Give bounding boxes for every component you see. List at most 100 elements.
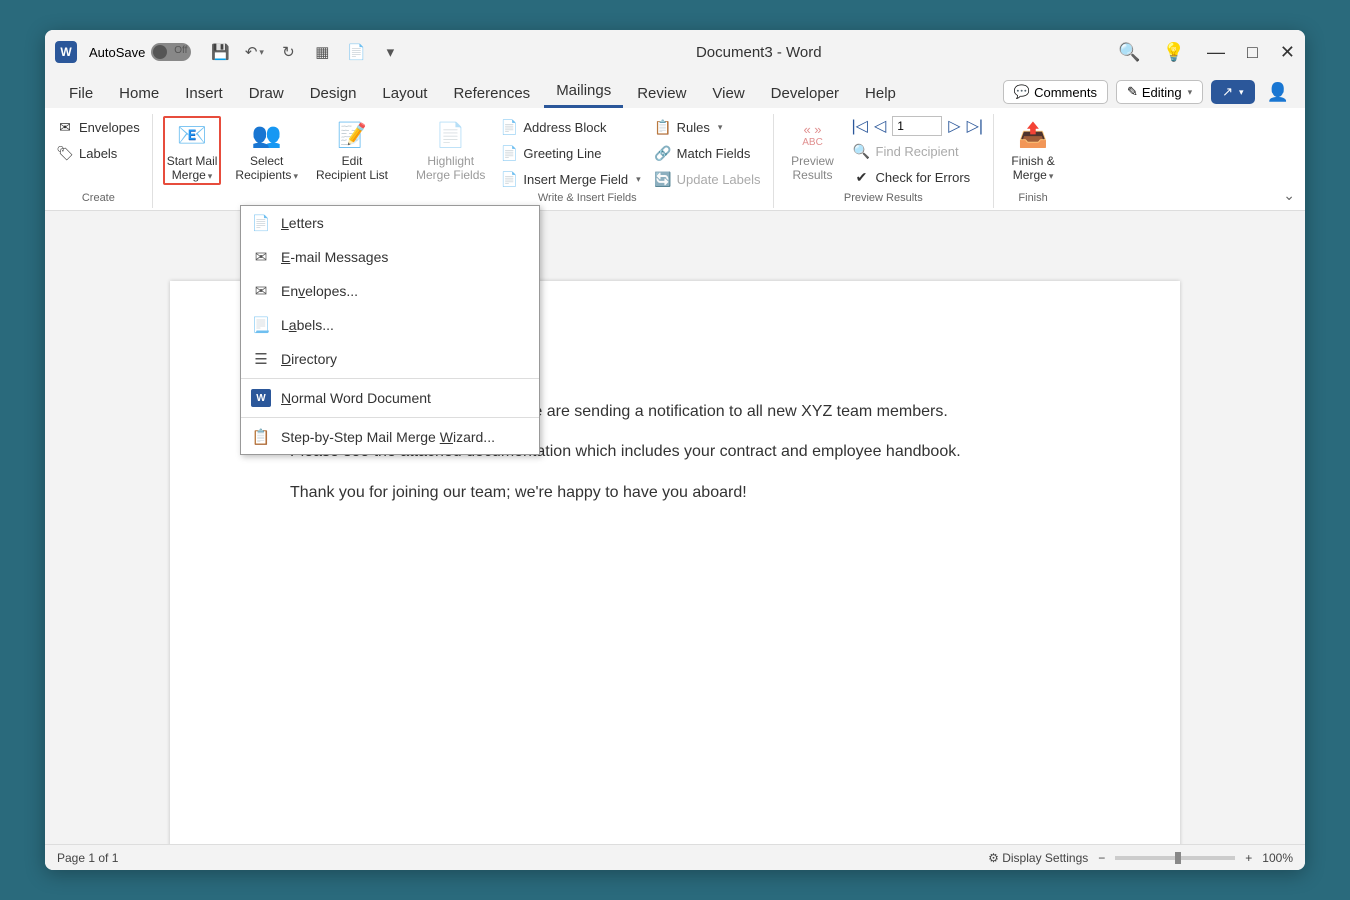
editing-mode-button[interactable]: ✎ Editing ▾	[1116, 80, 1203, 104]
separator	[241, 378, 539, 379]
highlight-merge-fields-button[interactable]: 📄 Highlight Merge Fields	[412, 116, 489, 185]
autosave-label: AutoSave	[89, 45, 145, 60]
word-doc-icon: W	[251, 389, 271, 407]
dd-envelopes[interactable]: ✉Envelopes...	[241, 274, 539, 308]
first-record-icon[interactable]: |◁	[852, 116, 868, 136]
tab-review[interactable]: Review	[625, 79, 698, 108]
page-indicator[interactable]: Page 1 of 1	[57, 851, 118, 865]
start-mail-merge-button[interactable]: 📧 Start Mail Merge▾	[163, 116, 222, 185]
merge-field-icon: 📄	[501, 171, 517, 187]
start-mail-merge-dropdown: 📄Letters ✉E-mail Messages ✉Envelopes... …	[240, 205, 540, 455]
ribbon: ✉Envelopes 🏷Labels Create 📧 Start Mail M…	[45, 108, 1305, 211]
preview-results-button[interactable]: « »ABC Preview Results	[784, 116, 842, 185]
redo-icon[interactable]: ↻	[279, 43, 297, 61]
finish-merge-button[interactable]: 📤 Finish & Merge▾	[1004, 116, 1062, 185]
directory-icon: ☰	[251, 350, 271, 368]
paragraph[interactable]: Thank you for joining our team; we're ha…	[290, 482, 1060, 504]
highlight-icon: 📄	[434, 118, 468, 152]
statusbar: Page 1 of 1 ⚙ Display Settings − + 100%	[45, 844, 1305, 870]
record-number-input[interactable]	[892, 116, 942, 136]
dd-wizard[interactable]: 📋Step-by-Step Mail Merge Wizard...	[241, 420, 539, 454]
check-errors-button[interactable]: ✔Check for Errors	[852, 166, 984, 188]
letter-icon: 📄	[251, 214, 271, 232]
update-labels-button[interactable]: 🔄Update Labels	[653, 168, 763, 190]
next-record-icon[interactable]: ▷	[948, 116, 960, 136]
tab-view[interactable]: View	[700, 79, 756, 108]
envelopes-button[interactable]: ✉Envelopes	[55, 116, 142, 138]
share-button[interactable]: ↗▾	[1211, 80, 1254, 104]
tabs-right: 💬 Comments ✎ Editing ▾ ↗▾ 👤	[1003, 80, 1293, 108]
edit-recipient-list-button[interactable]: 📝 Edit Recipient List	[312, 116, 392, 185]
group-finish: 📤 Finish & Merge▾ Finish	[994, 114, 1072, 208]
help-lightbulb-icon[interactable]: 💡	[1163, 42, 1185, 63]
close-button[interactable]: ✕	[1280, 42, 1295, 63]
address-icon: 📄	[501, 119, 517, 135]
dd-labels[interactable]: 📃Labels...	[241, 308, 539, 342]
autosave-toggle[interactable]: AutoSave Off	[89, 43, 191, 61]
envelope-icon: ✉	[251, 282, 271, 300]
collapse-ribbon-icon[interactable]: ⌄	[1283, 187, 1295, 204]
dd-normal-doc[interactable]: WNormal Word Document	[241, 381, 539, 415]
dd-email[interactable]: ✉E-mail Messages	[241, 240, 539, 274]
dd-letters[interactable]: 📄Letters	[241, 206, 539, 240]
word-app-icon: W	[55, 41, 77, 63]
address-block-button[interactable]: 📄Address Block	[499, 116, 642, 138]
tab-design[interactable]: Design	[298, 79, 369, 108]
last-record-icon[interactable]: ▷|	[967, 116, 983, 136]
tab-file[interactable]: File	[57, 79, 105, 108]
dd-directory[interactable]: ☰Directory	[241, 342, 539, 376]
page-width-icon[interactable]: ▦	[313, 43, 331, 61]
preview-icon: « »ABC	[796, 118, 830, 152]
search-icon[interactable]: 🔍	[1118, 42, 1140, 63]
group-label: Finish	[1004, 190, 1062, 208]
wizard-icon: 📋	[251, 428, 271, 446]
mail-merge-icon: 📧	[175, 118, 209, 152]
tab-help[interactable]: Help	[853, 79, 908, 108]
match-fields-button[interactable]: 🔗Match Fields	[653, 142, 763, 164]
zoom-slider[interactable]	[1115, 856, 1235, 860]
tab-insert[interactable]: Insert	[173, 79, 235, 108]
tab-layout[interactable]: Layout	[370, 79, 439, 108]
select-recipients-button[interactable]: 👥 Select Recipients▾	[231, 116, 302, 185]
labels-button[interactable]: 🏷Labels	[55, 142, 142, 164]
label-icon: 📃	[251, 316, 271, 334]
customize-qat-icon[interactable]: ▾	[381, 43, 399, 61]
record-navigation: |◁ ◁ ▷ ▷|	[852, 116, 984, 136]
zoom-out-button[interactable]: −	[1098, 851, 1105, 865]
app-window: W AutoSave Off 💾 ↶▾ ↻ ▦ 📄 ▾ Document3 - …	[45, 30, 1305, 870]
rules-icon: 📋	[655, 119, 671, 135]
check-icon: ✔	[854, 169, 870, 185]
display-settings-button[interactable]: ⚙ Display Settings	[988, 851, 1088, 865]
group-preview: « »ABC Preview Results |◁ ◁ ▷ ▷| 🔍Find R…	[774, 114, 995, 208]
document-canvas[interactable]: This is the content for our letter. We a…	[45, 211, 1305, 844]
account-icon[interactable]: 👤	[1263, 82, 1293, 103]
tab-home[interactable]: Home	[107, 79, 171, 108]
zoom-in-button[interactable]: +	[1245, 851, 1252, 865]
tab-references[interactable]: References	[441, 79, 542, 108]
insert-merge-field-button[interactable]: 📄Insert Merge Field ▾	[499, 168, 642, 190]
finish-icon: 📤	[1016, 118, 1050, 152]
maximize-button[interactable]: □	[1247, 42, 1258, 63]
recipients-icon: 👥	[250, 118, 284, 152]
minimize-button[interactable]: —	[1207, 42, 1225, 63]
find-recipient-button[interactable]: 🔍Find Recipient	[852, 140, 984, 162]
comments-button[interactable]: 💬 Comments	[1003, 80, 1108, 104]
match-icon: 🔗	[655, 145, 671, 161]
tab-developer[interactable]: Developer	[759, 79, 851, 108]
save-icon[interactable]: 💾	[211, 43, 229, 61]
titlebar-controls: 🔍 💡 — □ ✕	[1118, 42, 1295, 63]
rules-button[interactable]: 📋Rules▾	[653, 116, 763, 138]
ribbon-tabs: File Home Insert Draw Design Layout Refe…	[45, 74, 1305, 108]
titlebar: W AutoSave Off 💾 ↶▾ ↻ ▦ 📄 ▾ Document3 - …	[45, 30, 1305, 74]
zoom-level[interactable]: 100%	[1262, 851, 1293, 865]
undo-icon[interactable]: ↶▾	[245, 43, 263, 61]
prev-record-icon[interactable]: ◁	[874, 116, 886, 136]
quick-print-icon[interactable]: 📄	[347, 43, 365, 61]
tab-mailings[interactable]: Mailings	[544, 76, 623, 108]
group-write-insert: 📄 Highlight Merge Fields 📄Address Block …	[402, 114, 774, 208]
quick-access-toolbar: 💾 ↶▾ ↻ ▦ 📄 ▾	[211, 43, 399, 61]
update-icon: 🔄	[655, 171, 671, 187]
tab-draw[interactable]: Draw	[237, 79, 296, 108]
greeting-line-button[interactable]: 📄Greeting Line	[499, 142, 642, 164]
toggle-switch-icon[interactable]: Off	[151, 43, 191, 61]
